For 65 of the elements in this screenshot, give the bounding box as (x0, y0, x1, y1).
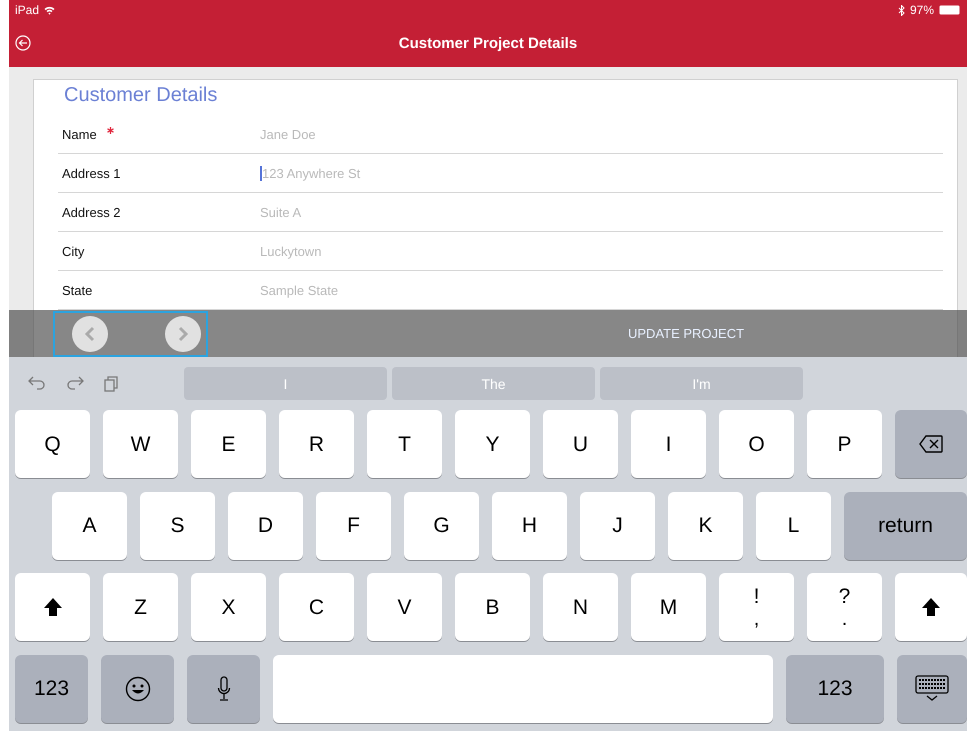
key[interactable]: ? . (807, 573, 882, 641)
dictation-key[interactable] (187, 654, 260, 722)
key[interactable]: J (580, 492, 655, 560)
text-field[interactable]: Suite A (260, 204, 560, 220)
shift-key[interactable] (15, 573, 90, 641)
key[interactable]: Q (15, 410, 90, 478)
text-field[interactable]: 123 Anywhere St (262, 166, 562, 180)
text-field[interactable]: Luckytown (260, 244, 560, 258)
key[interactable]: G (404, 492, 479, 560)
key[interactable]: ! , (719, 573, 794, 641)
key[interactable]: M (631, 573, 706, 641)
key[interactable]: W (103, 410, 178, 478)
key[interactable]: N (543, 573, 618, 641)
key[interactable]: X (191, 573, 266, 641)
field-label: Name (62, 126, 97, 142)
keyboard-hide-icon (915, 674, 949, 702)
key[interactable]: L (756, 492, 831, 560)
battery-percentage: 97% (910, 3, 934, 17)
key[interactable]: H (492, 492, 567, 560)
battery-icon (939, 5, 961, 15)
key[interactable]: S (140, 492, 215, 560)
screen-title: Customer Project Details (398, 35, 578, 52)
device-name: iPad (15, 3, 40, 17)
key[interactable]: D (228, 492, 303, 560)
key[interactable]: T (367, 410, 442, 478)
chevron-left-icon (85, 326, 95, 342)
key[interactable]: return (844, 492, 967, 560)
key[interactable]: A (52, 492, 127, 560)
wifi-icon (44, 6, 56, 14)
key[interactable]: V (367, 573, 442, 641)
key[interactable]: F (316, 492, 391, 560)
field-label: Address 2 (62, 204, 121, 220)
emoji-key[interactable] (101, 654, 174, 722)
section-title: Customer Details (64, 84, 218, 107)
clipboard-icon[interactable] (104, 376, 118, 392)
microphone-icon (216, 676, 230, 702)
undo-icon[interactable] (28, 376, 46, 390)
shift-key[interactable] (895, 573, 967, 641)
smiley-icon (124, 676, 150, 702)
key[interactable]: 123 (15, 654, 88, 722)
backspace-icon (919, 435, 943, 453)
field-label: State (62, 282, 92, 298)
field-label: City (62, 244, 84, 258)
key[interactable]: P (807, 410, 882, 478)
bluetooth-icon (898, 4, 905, 16)
key[interactable]: Z (103, 573, 178, 641)
chevron-right-icon (178, 326, 188, 342)
redo-icon[interactable] (66, 376, 84, 390)
backspace-key[interactable] (895, 410, 967, 478)
key[interactable]: I (631, 410, 706, 478)
key[interactable]: U (543, 410, 618, 478)
key[interactable]: E (191, 410, 266, 478)
hide-keyboard-key[interactable] (897, 654, 967, 722)
text-field[interactable]: Jane Doe (260, 126, 560, 142)
key[interactable]: Y (455, 410, 530, 478)
shift-icon (42, 597, 62, 617)
key[interactable]: K (668, 492, 743, 560)
key[interactable]: 123 (786, 654, 884, 722)
text-field[interactable]: Sample State (260, 282, 560, 298)
shift-icon (921, 597, 941, 617)
key[interactable]: O (719, 410, 794, 478)
key[interactable]: B (455, 573, 530, 641)
key[interactable]: C (279, 573, 354, 641)
key[interactable]: R (279, 410, 354, 478)
field-label: Address 1 (62, 166, 121, 180)
